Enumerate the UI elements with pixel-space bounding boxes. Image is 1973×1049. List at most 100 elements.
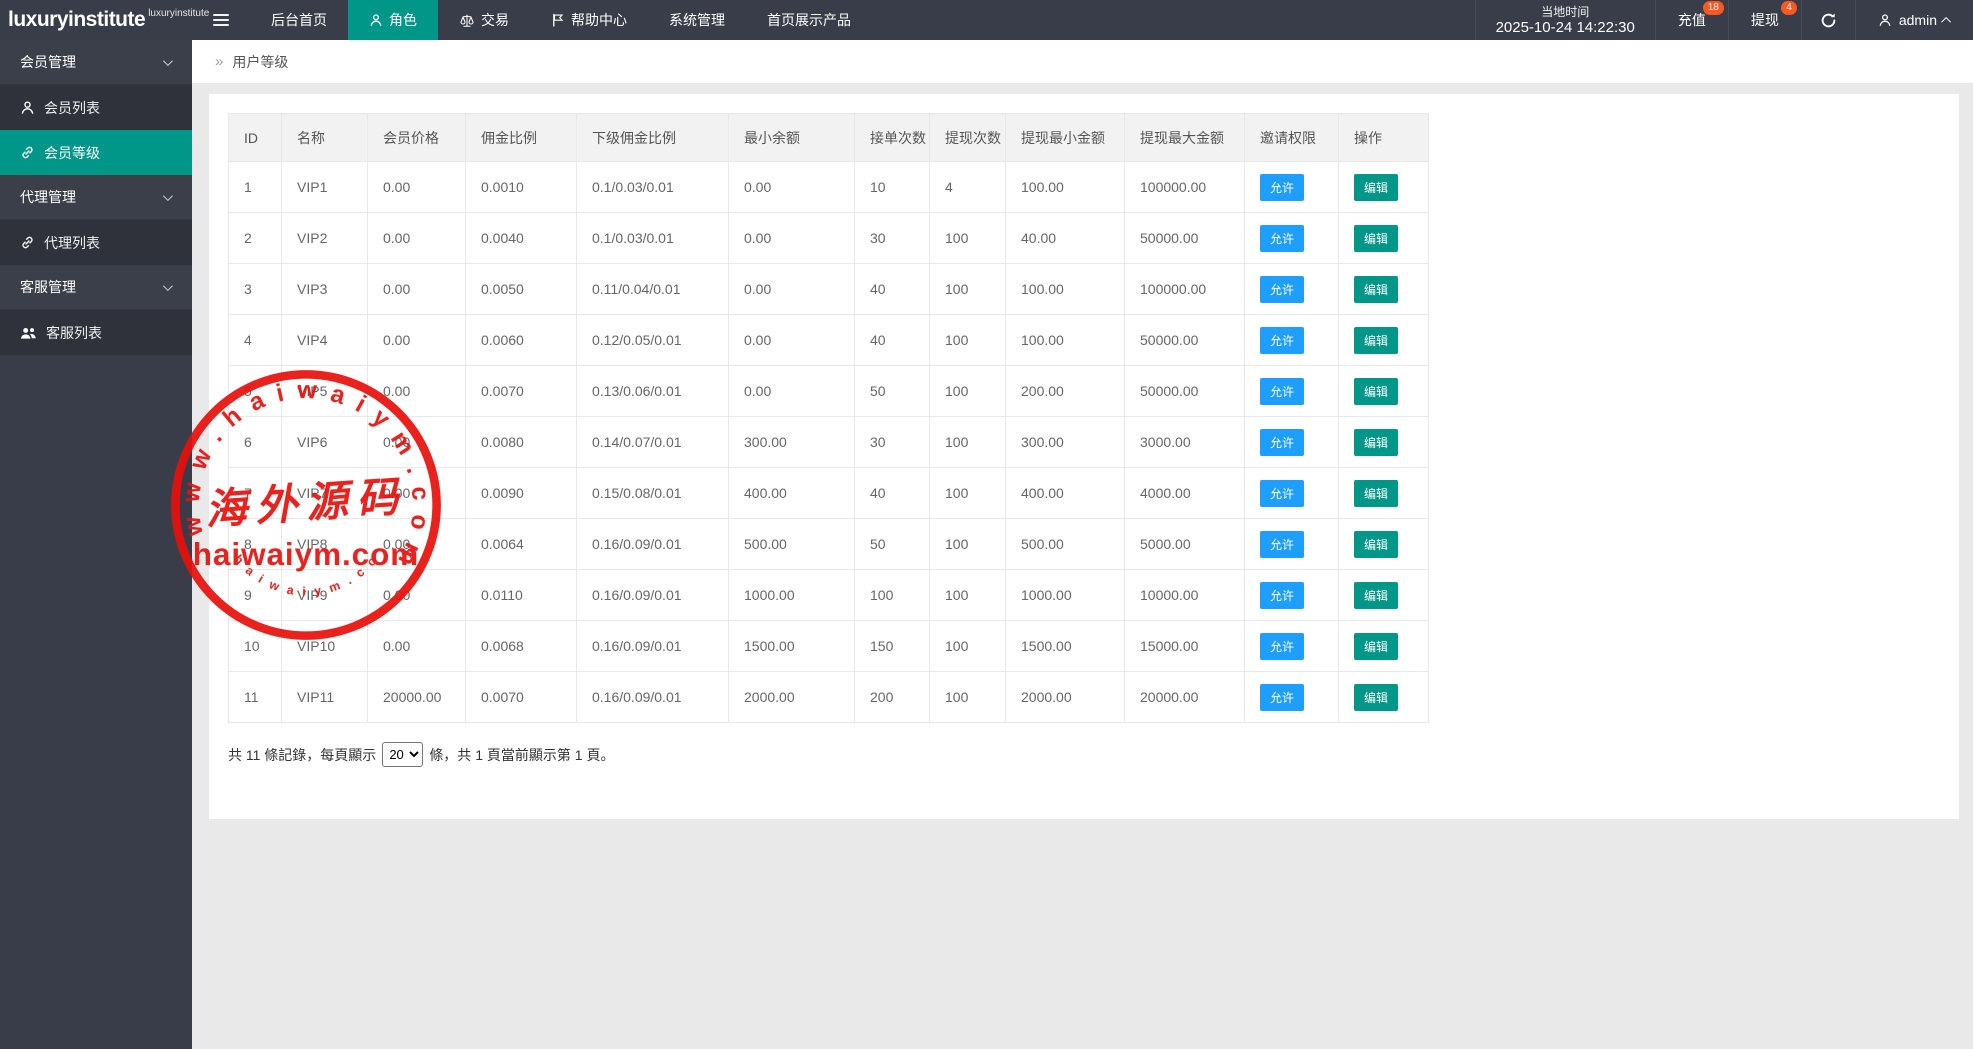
allow-button[interactable]: 允许 — [1260, 582, 1304, 609]
sidebar-item-member-level[interactable]: 会员等级 — [0, 130, 192, 175]
sidebar-group-agent-management[interactable]: 代理管理 — [0, 175, 192, 220]
table-cell: 2000.00 — [1006, 672, 1125, 723]
table-cell: 0.00 — [368, 366, 466, 417]
table-cell: 100 — [930, 213, 1006, 264]
invite-permission-cell: 允许 — [1245, 315, 1339, 366]
table-card: ID 名称 会员价格 佣金比例 下级佣金比例 最小余额 接单次数 提现次数 提现… — [209, 94, 1959, 819]
allow-button[interactable]: 允许 — [1260, 684, 1304, 711]
table-cell: 5 — [229, 366, 282, 417]
table-cell: 0.00 — [368, 519, 466, 570]
allow-button[interactable]: 允许 — [1260, 327, 1304, 354]
table-cell: 0.00 — [729, 366, 855, 417]
nav-label: 系统管理 — [669, 10, 725, 30]
edit-button[interactable]: 编辑 — [1354, 531, 1398, 558]
nav-item-transactions[interactable]: 交易 — [438, 0, 530, 40]
table-cell: 0.0090 — [466, 468, 577, 519]
edit-button[interactable]: 编辑 — [1354, 174, 1398, 201]
table-cell: 0.0060 — [466, 315, 577, 366]
invite-permission-cell: 允许 — [1245, 672, 1339, 723]
sidebar-item-member-list[interactable]: 会员列表 — [0, 85, 192, 130]
logo-text: luxuryinstitute — [8, 8, 145, 32]
allow-button[interactable]: 允许 — [1260, 429, 1304, 456]
invite-permission-cell: 允许 — [1245, 162, 1339, 213]
sidebar-item-agent-list[interactable]: 代理列表 — [0, 220, 192, 265]
sidebar-group-service-management[interactable]: 客服管理 — [0, 265, 192, 310]
edit-button[interactable]: 编辑 — [1354, 276, 1398, 303]
edit-button[interactable]: 编辑 — [1354, 684, 1398, 711]
allow-button[interactable]: 允许 — [1260, 480, 1304, 507]
table-cell: 40 — [855, 264, 930, 315]
withdraw-button[interactable]: 提现 4 — [1728, 0, 1801, 40]
edit-button[interactable]: 编辑 — [1354, 582, 1398, 609]
table-cell: 0.00 — [368, 468, 466, 519]
nav-item-system[interactable]: 系统管理 — [648, 0, 746, 40]
table-cell: 0.0080 — [466, 417, 577, 468]
table-cell: 9 — [229, 570, 282, 621]
table-cell: 100 — [930, 672, 1006, 723]
col-min-withdraw: 提现最小金额 — [1006, 114, 1125, 162]
chevron-down-icon — [163, 191, 173, 201]
person-icon — [369, 13, 383, 27]
table-cell: 20000.00 — [368, 672, 466, 723]
invite-permission-cell: 允许 — [1245, 213, 1339, 264]
table-cell: 300.00 — [1006, 417, 1125, 468]
table-cell: VIP3 — [282, 264, 368, 315]
allow-button[interactable]: 允许 — [1260, 174, 1304, 201]
edit-button[interactable]: 编辑 — [1354, 378, 1398, 405]
table-cell: VIP9 — [282, 570, 368, 621]
table-cell: 0.11/0.04/0.01 — [577, 264, 729, 315]
nav-item-dashboard[interactable]: 后台首页 — [250, 0, 348, 40]
allow-button[interactable]: 允许 — [1260, 225, 1304, 252]
menu-toggle-button[interactable] — [192, 0, 250, 40]
table-cell: 0.1/0.03/0.01 — [577, 162, 729, 213]
allow-button[interactable]: 允许 — [1260, 531, 1304, 558]
edit-button[interactable]: 编辑 — [1354, 327, 1398, 354]
user-menu[interactable]: admin — [1855, 0, 1973, 40]
sidebar-group-member-management[interactable]: 会员管理 — [0, 40, 192, 85]
invite-permission-cell: 允许 — [1245, 366, 1339, 417]
table-cell: 10000.00 — [1125, 570, 1245, 621]
table-cell: 100000.00 — [1125, 264, 1245, 315]
link-icon — [20, 145, 35, 160]
table-cell: 0.0050 — [466, 264, 577, 315]
nav-item-roles[interactable]: 角色 — [348, 0, 438, 40]
edit-button[interactable]: 编辑 — [1354, 633, 1398, 660]
nav-item-homepage-products[interactable]: 首页展示产品 — [746, 0, 872, 40]
col-name: 名称 — [282, 114, 368, 162]
table-cell: 300.00 — [729, 417, 855, 468]
col-sub-commission-rate: 下级佣金比例 — [577, 114, 729, 162]
edit-button[interactable]: 编辑 — [1354, 429, 1398, 456]
item-label: 客服列表 — [46, 323, 102, 343]
top-header: luxuryinstitute luxuryinstitute 后台首页 角色 … — [0, 0, 1973, 40]
table-cell: 0.00 — [368, 264, 466, 315]
actions-cell: 编辑 — [1339, 162, 1429, 213]
local-time: 当地时间 2025-10-24 14:22:30 — [1475, 0, 1655, 40]
refresh-button[interactable] — [1801, 0, 1855, 40]
user-level-table: ID 名称 会员价格 佣金比例 下级佣金比例 最小余额 接单次数 提现次数 提现… — [228, 113, 1429, 723]
table-cell: 400.00 — [1006, 468, 1125, 519]
actions-cell: 编辑 — [1339, 366, 1429, 417]
table-cell: 50000.00 — [1125, 213, 1245, 264]
table-row: 5VIP50.000.00700.13/0.06/0.010.005010020… — [229, 366, 1429, 417]
edit-button[interactable]: 编辑 — [1354, 225, 1398, 252]
edit-button[interactable]: 编辑 — [1354, 480, 1398, 507]
invite-permission-cell: 允许 — [1245, 621, 1339, 672]
nav-label: 交易 — [481, 10, 509, 30]
users-icon — [20, 326, 37, 340]
table-cell: 100 — [930, 315, 1006, 366]
table-cell: VIP1 — [282, 162, 368, 213]
table-cell: 50 — [855, 366, 930, 417]
table-cell: 100 — [930, 519, 1006, 570]
allow-button[interactable]: 允许 — [1260, 633, 1304, 660]
table-cell: 500.00 — [729, 519, 855, 570]
table-cell: 0.00 — [368, 570, 466, 621]
table-cell: VIP6 — [282, 417, 368, 468]
allow-button[interactable]: 允许 — [1260, 276, 1304, 303]
sidebar-item-service-list[interactable]: 客服列表 — [0, 310, 192, 355]
recharge-button[interactable]: 充值 18 — [1655, 0, 1728, 40]
page-size-select[interactable]: 20 — [382, 742, 423, 767]
allow-button[interactable]: 允许 — [1260, 378, 1304, 405]
nav-item-help-center[interactable]: 帮助中心 — [530, 0, 648, 40]
sidebar: 会员管理 会员列表 会员等级 代理管理 代理列表 — [0, 40, 192, 1049]
actions-cell: 编辑 — [1339, 570, 1429, 621]
